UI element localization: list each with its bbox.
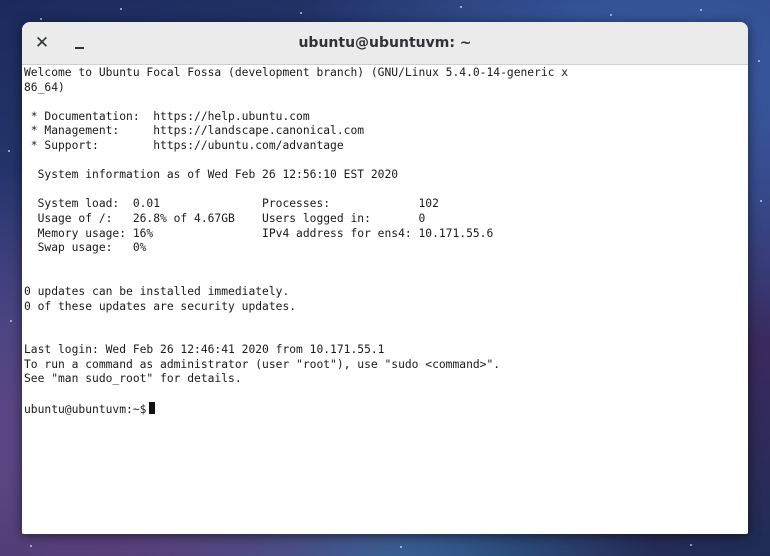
text-cursor bbox=[149, 401, 156, 414]
terminal-line: Last login: Wed Feb 26 12:46:41 2020 fro… bbox=[24, 343, 385, 357]
terminal-line: * Support: https://ubuntu.com/advantage bbox=[24, 138, 344, 152]
terminal-line: Swap usage: 0% bbox=[24, 241, 147, 255]
terminal-line: 0 of these updates are security updates. bbox=[24, 299, 297, 313]
terminal-line: 86_64) bbox=[24, 80, 65, 94]
terminal-window[interactable]: ✕ ubuntu@ubuntuvm: ~ Welcome to Ubuntu F… bbox=[22, 22, 748, 534]
terminal-line: 0 updates can be installed immediately. bbox=[24, 284, 290, 298]
terminal-line: See "man sudo_root" for details. bbox=[24, 372, 242, 386]
shell-prompt: ubuntu@ubuntuvm:~$ bbox=[24, 402, 147, 416]
terminal-line: System information as of Wed Feb 26 12:5… bbox=[24, 168, 399, 182]
terminal-output[interactable]: Welcome to Ubuntu Focal Fossa (developme… bbox=[24, 66, 748, 534]
terminal-prompt-line[interactable]: ubuntu@ubuntuvm:~$ bbox=[24, 401, 748, 417]
terminal-line: Welcome to Ubuntu Focal Fossa (developme… bbox=[24, 66, 569, 79]
terminal-line: System load: 0.01 Processes: 102 bbox=[24, 197, 439, 211]
terminal-line: Memory usage: 16% IPv4 address for ens4:… bbox=[24, 226, 494, 240]
terminal-line: * Management: https://landscape.canonica… bbox=[24, 124, 365, 138]
window-titlebar[interactable]: ✕ ubuntu@ubuntuvm: ~ bbox=[22, 22, 748, 65]
terminal-line: * Documentation: https://help.ubuntu.com bbox=[24, 109, 310, 123]
window-title: ubuntu@ubuntuvm: ~ bbox=[298, 35, 472, 51]
terminal-line: Usage of /: 26.8% of 4.67GB Users logged… bbox=[24, 211, 426, 225]
terminal-line: To run a command as administrator (user … bbox=[24, 357, 501, 371]
